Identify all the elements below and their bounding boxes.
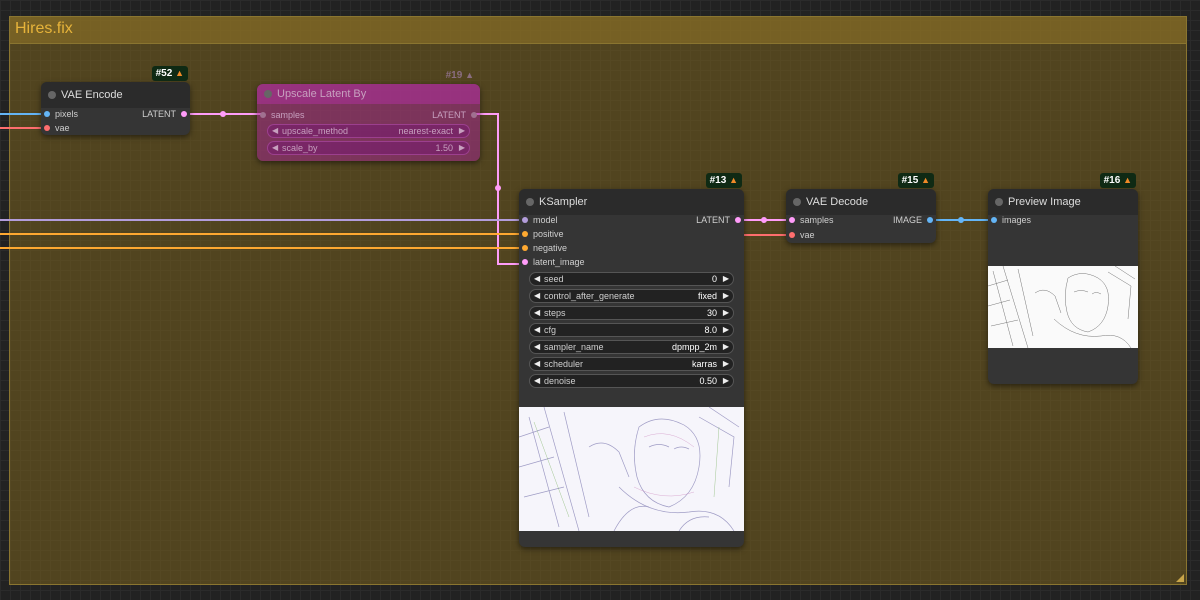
node-id-badge: #52 ▲ — [151, 66, 188, 81]
output-label-latent: LATENT — [696, 215, 730, 225]
input-slot-model[interactable] — [522, 217, 528, 223]
input-label-samples: samples — [271, 110, 305, 120]
node-title-text: Upscale Latent By — [277, 88, 367, 100]
group-title: Hires.fix — [15, 20, 73, 37]
arrow-left-icon[interactable]: ◀ — [534, 359, 540, 368]
output-slot-latent[interactable] — [735, 217, 741, 223]
node-upscale-latent-by[interactable]: #19 ▲ Upscale Latent By samples LATENT ◀… — [257, 70, 480, 161]
input-label-model: model — [533, 215, 558, 225]
input-label-latent-image: latent_image — [533, 257, 585, 267]
arrow-right-icon[interactable]: ▶ — [723, 274, 729, 283]
widget-steps[interactable]: ◀ steps 30 ▶ — [529, 306, 734, 320]
arrow-left-icon[interactable]: ◀ — [272, 126, 278, 135]
arrow-right-icon[interactable]: ▶ — [723, 376, 729, 385]
output-slot-image[interactable] — [927, 217, 933, 223]
node-title[interactable]: VAE Encode — [41, 82, 190, 108]
input-label-pixels: pixels — [55, 109, 79, 119]
arrow-left-icon[interactable]: ◀ — [534, 342, 540, 351]
input-slot-images[interactable] — [991, 217, 997, 223]
fox-icon: ▲ — [729, 175, 738, 185]
node-title-text: VAE Decode — [806, 196, 869, 208]
widget-scheduler[interactable]: ◀ scheduler karras ▶ — [529, 357, 734, 371]
input-label-samples: samples — [800, 215, 834, 225]
node-title-text: KSampler — [539, 196, 588, 208]
arrow-right-icon[interactable]: ▶ — [723, 308, 729, 317]
fox-icon: ▲ — [465, 70, 474, 80]
input-slot-samples[interactable] — [789, 217, 795, 223]
input-slot-pixels[interactable] — [44, 111, 50, 117]
collapse-dot-icon[interactable] — [793, 198, 801, 206]
arrow-right-icon[interactable]: ▶ — [723, 325, 729, 334]
widget-sampler-name[interactable]: ◀ sampler_name dpmpp_2m ▶ — [529, 340, 734, 354]
input-label-images: images — [1002, 215, 1032, 225]
arrow-right-icon[interactable]: ▶ — [459, 126, 465, 135]
output-label-latent: LATENT — [142, 109, 176, 119]
group-header[interactable]: Hires.fix — [10, 17, 1186, 44]
input-slot-vae[interactable] — [789, 232, 795, 238]
node-vae-encode[interactable]: #52 ▲ VAE Encode pixels vae LATENT — [41, 66, 190, 135]
widget-seed[interactable]: ◀ seed 0 ▶ — [529, 272, 734, 286]
node-vae-decode[interactable]: #15 ▲ VAE Decode samples vae IMAGE — [786, 173, 936, 243]
output-slot-latent[interactable] — [181, 111, 187, 117]
node-title-text: VAE Encode — [61, 89, 123, 101]
node-title[interactable]: Preview Image — [988, 189, 1138, 215]
collapse-dot-icon[interactable] — [48, 91, 56, 99]
input-slot-vae[interactable] — [44, 125, 50, 131]
output-label-image: IMAGE — [892, 215, 922, 225]
input-label-negative: negative — [533, 243, 568, 253]
collapse-dot-icon[interactable] — [526, 198, 534, 206]
node-title-text: Preview Image — [1008, 196, 1081, 208]
node-ksampler[interactable]: #13 ▲ KSampler model positive negative l… — [519, 173, 744, 547]
collapse-dot-icon[interactable] — [995, 198, 1003, 206]
fox-icon: ▲ — [921, 175, 930, 185]
node-title[interactable]: VAE Decode — [786, 189, 936, 215]
input-label-vae: vae — [55, 123, 70, 133]
arrow-left-icon[interactable]: ◀ — [534, 308, 540, 317]
arrow-right-icon[interactable]: ▶ — [723, 342, 729, 351]
node-id-badge: #19 ▲ — [445, 70, 474, 81]
input-slot-samples[interactable] — [260, 112, 266, 118]
input-slot-negative[interactable] — [522, 245, 528, 251]
widget-control-after-generate[interactable]: ◀ control_after_generate fixed ▶ — [529, 289, 734, 303]
arrow-right-icon[interactable]: ▶ — [723, 359, 729, 368]
input-slot-positive[interactable] — [522, 231, 528, 237]
fox-icon: ▲ — [1123, 175, 1132, 185]
widget-denoise[interactable]: ◀ denoise 0.50 ▶ — [529, 374, 734, 388]
node-id-badge: #15 ▲ — [897, 173, 934, 188]
widget-upscale-method[interactable]: ◀ upscale_method nearest-exact ▶ — [267, 124, 470, 138]
output-label-latent: LATENT — [432, 110, 466, 120]
arrow-left-icon[interactable]: ◀ — [272, 143, 278, 152]
input-slot-latent-image[interactable] — [522, 259, 528, 265]
arrow-left-icon[interactable]: ◀ — [534, 274, 540, 283]
widget-scale-by[interactable]: ◀ scale_by 1.50 ▶ — [267, 141, 470, 155]
node-id-badge: #13 ▲ — [705, 173, 742, 188]
collapse-dot-icon[interactable] — [264, 90, 272, 98]
output-preview-image — [988, 266, 1138, 348]
arrow-right-icon[interactable]: ▶ — [459, 143, 465, 152]
node-id-badge: #16 ▲ — [1099, 173, 1136, 188]
node-title[interactable]: Upscale Latent By — [257, 84, 480, 104]
output-slot-latent[interactable] — [471, 112, 477, 118]
input-label-vae: vae — [800, 230, 815, 240]
widget-cfg[interactable]: ◀ cfg 8.0 ▶ — [529, 323, 734, 337]
arrow-left-icon[interactable]: ◀ — [534, 376, 540, 385]
arrow-right-icon[interactable]: ▶ — [723, 291, 729, 300]
node-preview-image[interactable]: #16 ▲ Preview Image images — [988, 173, 1138, 384]
input-label-positive: positive — [533, 229, 564, 239]
node-title[interactable]: KSampler — [519, 189, 744, 215]
arrow-left-icon[interactable]: ◀ — [534, 325, 540, 334]
fox-icon: ▲ — [175, 68, 184, 78]
latent-preview-image — [519, 407, 744, 531]
group-resize-handle[interactable] — [1176, 574, 1184, 582]
arrow-left-icon[interactable]: ◀ — [534, 291, 540, 300]
